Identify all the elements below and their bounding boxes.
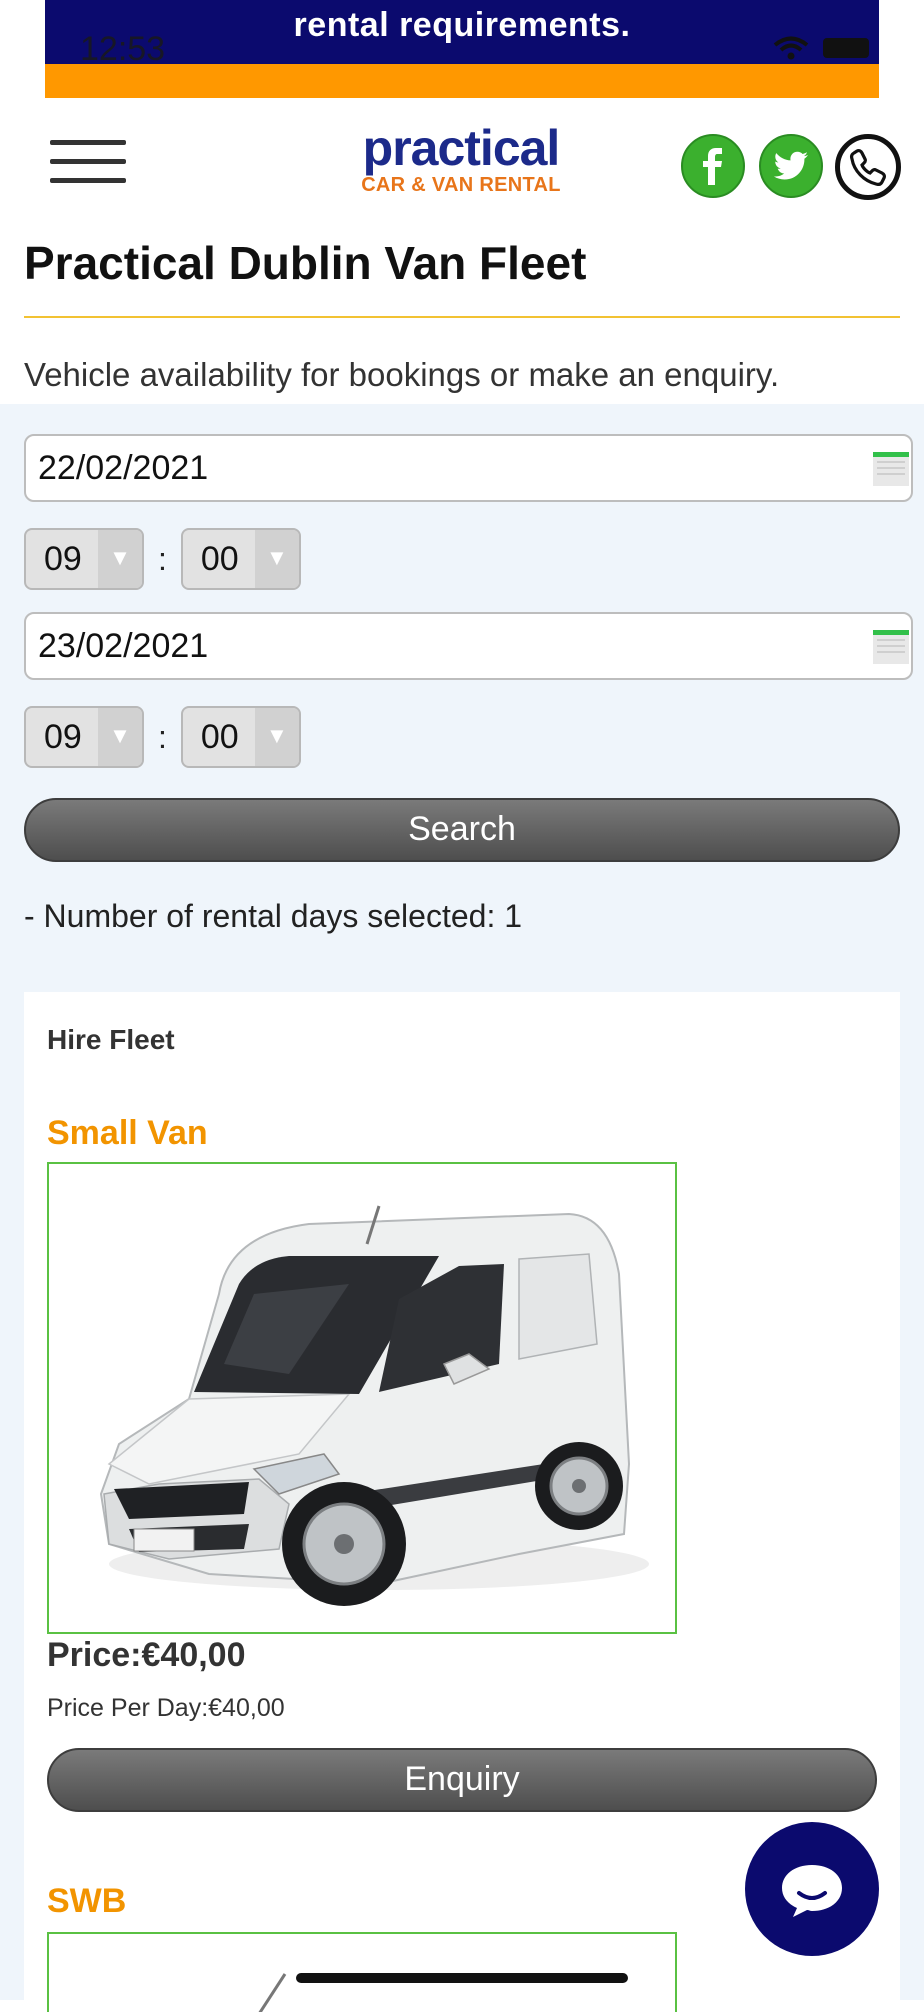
logo-sub-text: CAR & VAN RENTAL [361,174,561,196]
pickup-hour-value: 09 [44,540,82,578]
return-minute-select[interactable]: 00 ▼ [180,706,301,768]
time-separator: : [158,718,167,755]
pickup-time-row: 09 ▼ : 00 ▼ [24,528,301,590]
time-separator: : [158,540,167,577]
vehicle-price: Price:€40,00 [47,1636,246,1674]
facebook-glyph [703,148,722,185]
logo-main-text: practical [362,120,561,176]
twitter-glyph [773,151,808,180]
chat-button[interactable] [745,1822,879,1956]
phone-glyph [850,149,886,186]
facebook-icon[interactable] [681,134,745,198]
chevron-down-icon: ▼ [254,708,299,766]
hamburger-menu-icon[interactable] [50,140,126,190]
chevron-down-icon: ▼ [98,708,142,766]
site-logo[interactable]: practical CAR & VAN RENTAL [356,122,566,202]
fleet-heading: Hire Fleet [47,1024,175,1055]
swb-van-image[interactable] [47,1932,677,2012]
status-icons [773,36,869,60]
pickup-hour-select[interactable]: 09 ▼ [24,528,144,590]
phone-icon[interactable] [835,134,901,200]
pickup-date-value: 22/02/2021 [38,449,209,487]
return-time-row: 09 ▼ : 00 ▼ [24,706,301,768]
return-hour-value: 09 [44,718,82,756]
vehicle-price-per-day: Price Per Day:€40,00 [47,1694,285,1722]
banner-stripe [45,64,879,98]
calendar-icon[interactable] [873,452,909,486]
site-header: practical CAR & VAN RENTAL [0,98,924,228]
enquiry-button[interactable]: Enquiry [47,1748,877,1812]
pickup-minute-select[interactable]: 00 ▼ [180,528,301,590]
wifi-icon [773,36,809,60]
return-minute-value: 00 [200,718,239,756]
search-button[interactable]: Search [24,798,900,862]
return-date-input[interactable]: 23/02/2021 [24,612,913,680]
van-illustration [99,1205,649,1606]
rental-days-text: - Number of rental days selected: 1 [24,898,523,934]
banner-text: rental requirements. [293,6,631,44]
intro-text: Vehicle availability for bookings or mak… [24,356,780,393]
return-date-value: 23/02/2021 [38,627,209,665]
pickup-date-input[interactable]: 22/02/2021 [24,434,913,502]
vehicle-name[interactable]: SWB [47,1882,126,1921]
vehicle-name[interactable]: Small Van [47,1114,208,1153]
pickup-minute-value: 00 [200,540,239,578]
chevron-down-icon: ▼ [254,530,299,588]
calendar-icon[interactable] [873,630,909,664]
battery-icon [823,38,869,58]
status-time: 12:53 [80,30,166,68]
home-indicator[interactable] [296,1973,628,1983]
page-title: Practical Dublin Van Fleet [24,237,587,289]
title-divider [24,316,900,318]
twitter-icon[interactable] [759,134,823,198]
small-van-image[interactable] [47,1162,677,1634]
chat-bubble-icon [782,1865,842,1917]
chevron-down-icon: ▼ [98,530,142,588]
return-hour-select[interactable]: 09 ▼ [24,706,144,768]
promo-banner: rental requirements. [45,0,879,64]
